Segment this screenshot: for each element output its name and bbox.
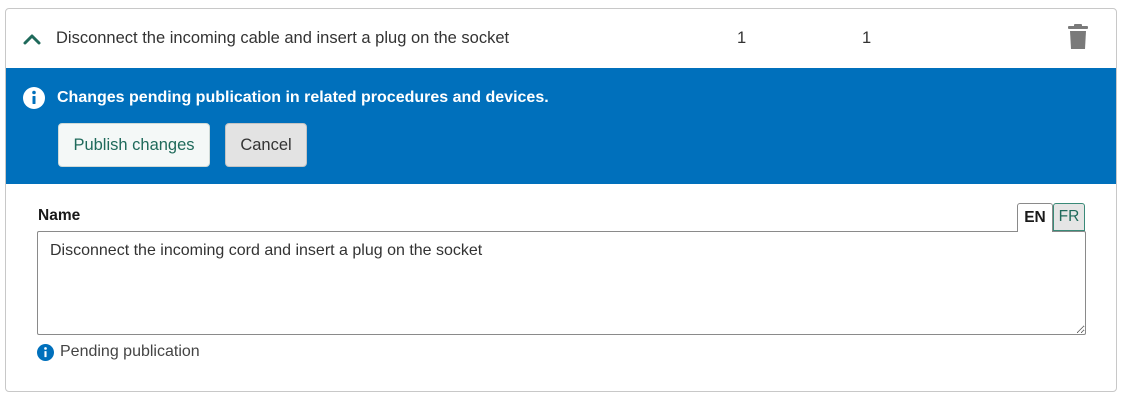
cancel-button[interactable]: Cancel — [225, 123, 307, 167]
name-field-label: Name — [38, 207, 81, 224]
tab-language-fr[interactable]: FR — [1053, 203, 1085, 231]
step-count-1: 1 — [737, 29, 747, 47]
step-row-header[interactable]: Disconnect the incoming cable and insert… — [6, 9, 1116, 68]
pending-publication-status: Pending publication — [60, 343, 200, 360]
trash-icon[interactable] — [1064, 23, 1092, 51]
banner-message: Changes pending publication in related p… — [57, 89, 549, 106]
step-count-2: 1 — [862, 29, 872, 47]
info-icon — [23, 87, 45, 109]
tab-language-en[interactable]: EN — [1017, 203, 1053, 232]
procedure-step-card: Disconnect the incoming cable and insert… — [5, 8, 1117, 392]
step-title: Disconnect the incoming cable and insert… — [56, 29, 510, 47]
name-textarea[interactable]: Disconnect the incoming cord and insert … — [37, 231, 1086, 335]
info-icon — [37, 344, 54, 361]
publish-changes-button[interactable]: Publish changes — [58, 123, 210, 167]
pending-publication-banner: Changes pending publication in related p… — [6, 68, 1116, 184]
chevron-up-icon[interactable] — [20, 27, 44, 51]
